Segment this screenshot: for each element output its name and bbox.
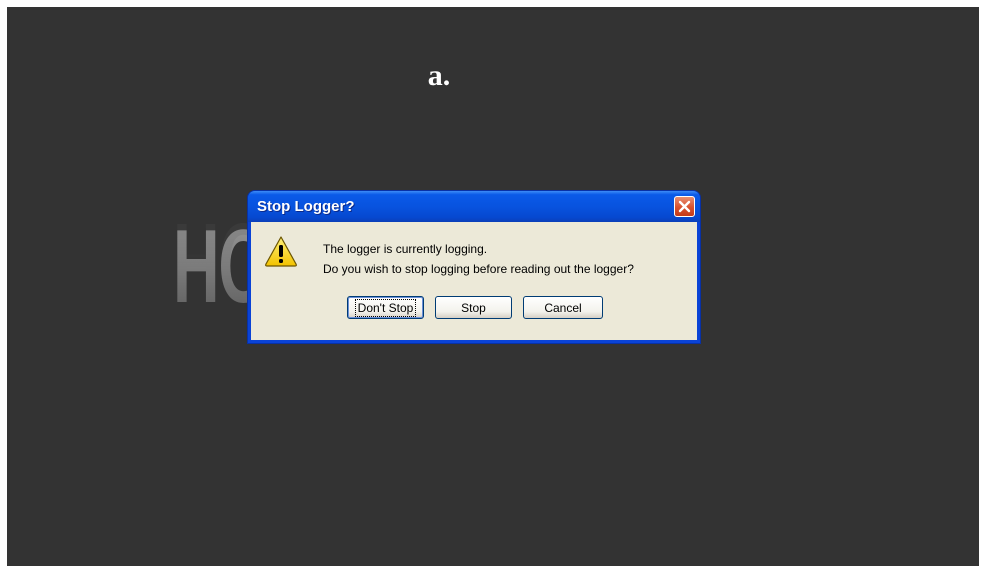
stop-logger-dialog: Stop Logger? The logger is currently log… [248,191,700,343]
dialog-body: The logger is currently logging. Do you … [251,222,697,340]
dialog-title: Stop Logger? [257,198,355,215]
stop-button[interactable]: Stop [435,296,512,319]
panel-label: a. [427,59,451,92]
close-icon [678,200,691,213]
cancel-label: Cancel [544,300,582,315]
close-button[interactable] [674,196,695,217]
message-line-2: Do you wish to stop logging before readi… [323,262,634,276]
dialog-titlebar[interactable]: Stop Logger? [248,191,700,222]
dont-stop-button[interactable]: Don't Stop [347,296,424,319]
message-line-1: The logger is currently logging. [323,242,488,256]
dialog-message: The logger is currently logging. Do you … [323,239,634,279]
dont-stop-label: Don't Stop [354,298,417,317]
cancel-button[interactable]: Cancel [523,296,603,319]
dialog-buttons: Don't Stop Stop Cancel [347,296,603,319]
stop-label: Stop [461,300,486,315]
warning-icon [265,236,297,267]
